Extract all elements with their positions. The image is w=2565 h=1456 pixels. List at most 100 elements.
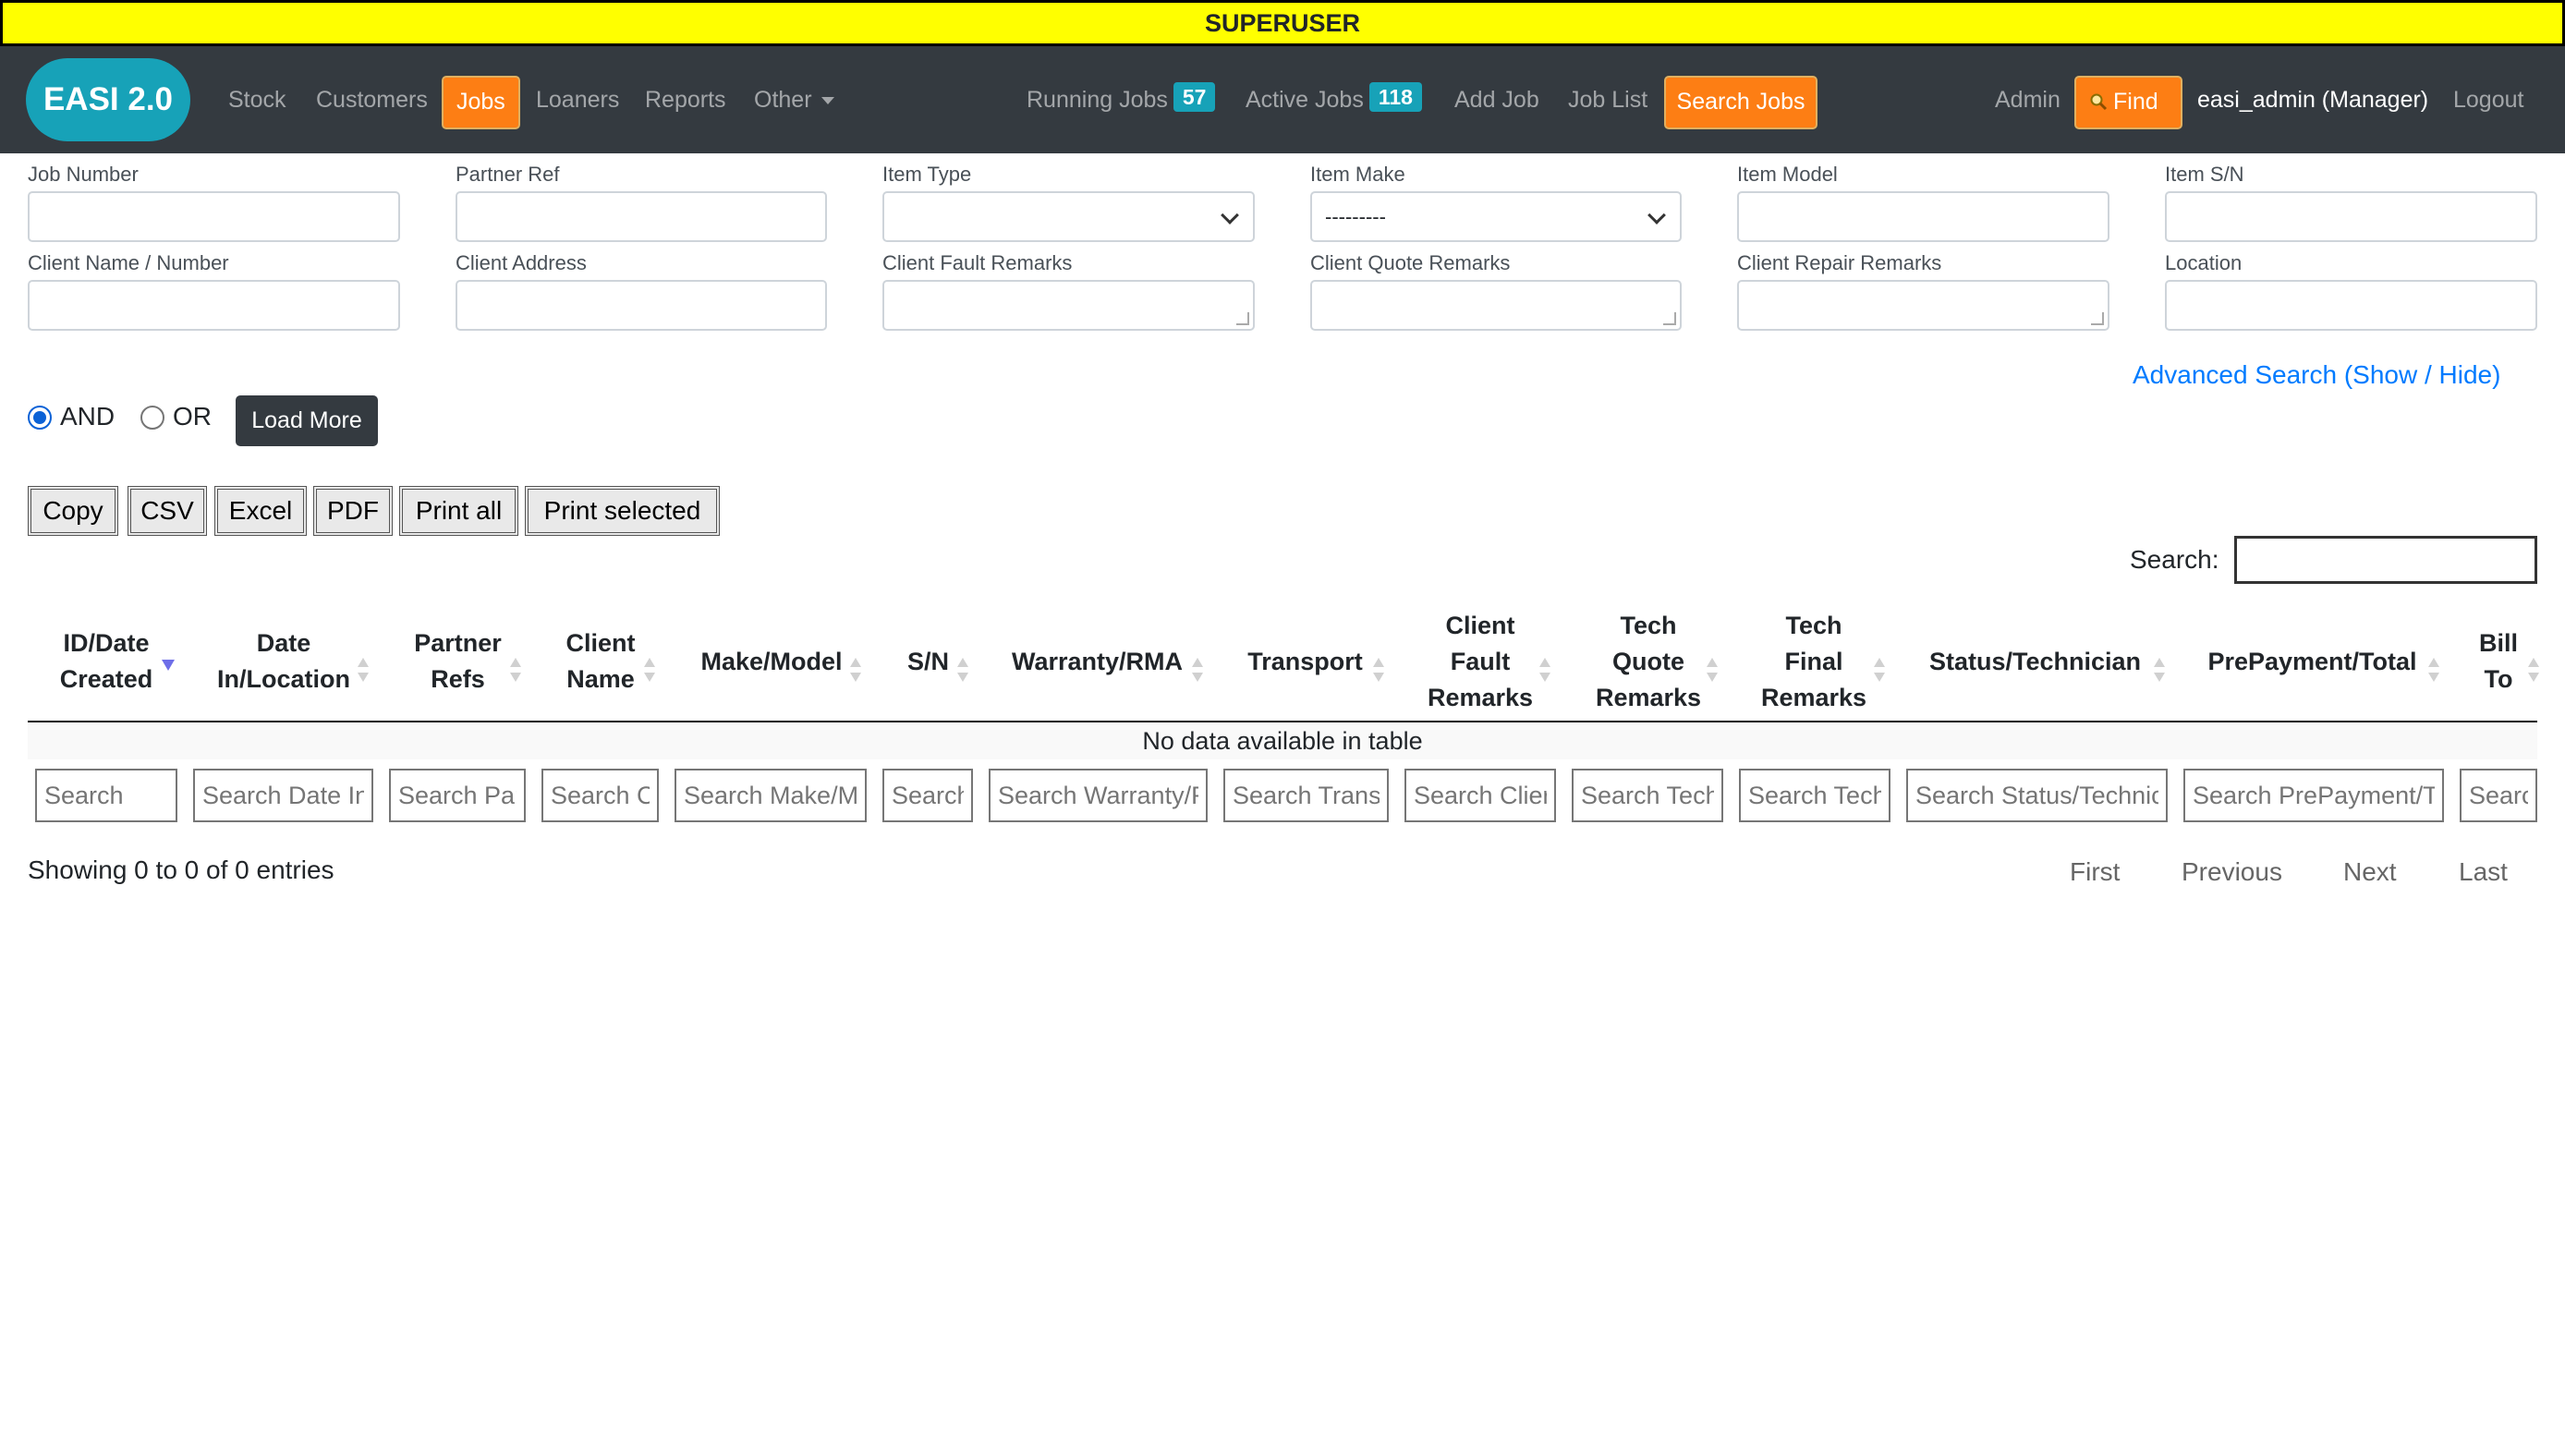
running-jobs-label: Running Jobs [1027, 87, 1168, 113]
item-sn-input[interactable] [2165, 191, 2537, 242]
empty-table-message: No data available in table [28, 722, 2537, 759]
column-header-warranty-rma[interactable]: Warranty/RMA [998, 602, 1197, 721]
pdf-button[interactable]: PDF [313, 486, 393, 536]
client-fault-remarks-textarea[interactable] [882, 280, 1255, 331]
running-jobs-badge: 57 [1173, 82, 1216, 112]
copy-button[interactable]: Copy [28, 486, 118, 536]
chevron-down-icon [1647, 206, 1666, 224]
job-number-input[interactable] [28, 191, 400, 242]
column-search-input[interactable] [193, 769, 373, 822]
column-header-tech-quote-remarks[interactable]: Tech Quote Remarks [1591, 602, 1706, 721]
advanced-search-toggle[interactable]: Advanced Search (Show / Hide) [2133, 360, 2500, 390]
column-search-input[interactable] [1572, 769, 1723, 822]
sort-icon [2428, 658, 2439, 684]
nav-add-job[interactable]: Add Job [1454, 76, 1539, 129]
client-address-input[interactable] [456, 280, 827, 331]
item-make-label: Item Make [1310, 163, 1405, 186]
client-quote-remarks-textarea[interactable] [1310, 280, 1682, 331]
client-name-label: Client Name / Number [28, 251, 229, 274]
nav-stock[interactable]: Stock [228, 76, 286, 129]
location-input[interactable] [2165, 280, 2537, 331]
item-make-value: --------- [1325, 205, 1386, 228]
table-info: Showing 0 to 0 of 0 entries [28, 855, 334, 884]
column-search-input[interactable] [389, 769, 526, 822]
item-sn-label: Item S/N [2165, 163, 2244, 186]
or-radio[interactable] [140, 406, 164, 430]
nav-other-dropdown[interactable]: Other [754, 76, 834, 129]
nav-customers[interactable]: Customers [316, 76, 428, 129]
item-model-input[interactable] [1737, 191, 2109, 242]
find-button[interactable]: Find [2074, 76, 2182, 129]
sort-icon [1192, 658, 1203, 684]
nav-reports[interactable]: Reports [645, 76, 726, 129]
load-more-button[interactable]: Load More [236, 395, 378, 446]
and-label: AND [60, 402, 115, 431]
excel-button[interactable]: Excel [214, 486, 307, 536]
print-selected-button[interactable]: Print selected [525, 486, 720, 536]
superuser-banner: SUPERUSER [0, 0, 2565, 46]
pagination-previous[interactable]: Previous [2182, 857, 2282, 887]
sort-icon [510, 658, 521, 684]
chevron-down-icon [1221, 206, 1239, 224]
column-header-make-model[interactable]: Make/Model [688, 602, 855, 721]
search-icon [2090, 93, 2108, 111]
sort-icon [2154, 658, 2165, 684]
sort-icon [644, 658, 655, 684]
column-header-tech-final-remarks[interactable]: Tech Final Remarks [1758, 602, 1869, 721]
column-search-input[interactable] [2183, 769, 2444, 822]
resize-handle-icon[interactable] [1663, 312, 1676, 325]
table-search-input[interactable] [2234, 536, 2537, 584]
item-model-label: Item Model [1737, 163, 1838, 186]
and-radio[interactable] [28, 406, 52, 430]
column-header-status-technician[interactable]: Status/Technician [1917, 602, 2153, 721]
column-search-input[interactable] [1906, 769, 2168, 822]
nav-jobs[interactable]: Jobs [442, 76, 520, 129]
column-search-input[interactable] [35, 769, 177, 822]
print-all-button[interactable]: Print all [399, 486, 518, 536]
partner-ref-label: Partner Ref [456, 163, 560, 186]
client-name-input[interactable] [28, 280, 400, 331]
resize-handle-icon[interactable] [2091, 312, 2104, 325]
pagination-first[interactable]: First [2070, 857, 2120, 887]
nav-search-jobs[interactable]: Search Jobs [1664, 76, 1817, 129]
column-header-partner-refs[interactable]: Partner Refs [395, 602, 520, 721]
or-label: OR [173, 402, 212, 431]
column-search-input[interactable] [675, 769, 867, 822]
partner-ref-input[interactable] [456, 191, 827, 242]
column-search-input[interactable] [541, 769, 659, 822]
column-header-date-in-location[interactable]: Date In/Location [205, 602, 362, 721]
column-header-client-name[interactable]: Client Name [541, 602, 661, 721]
csv-button[interactable]: CSV [128, 486, 207, 536]
column-search-input[interactable] [882, 769, 973, 822]
brand-logo[interactable]: EASI 2.0 [26, 58, 190, 141]
nav-loaners[interactable]: Loaners [536, 76, 619, 129]
nav-active-jobs[interactable]: Active Jobs 118 [1246, 76, 1422, 129]
column-search-input[interactable] [1739, 769, 1890, 822]
item-type-select[interactable] [882, 191, 1255, 242]
column-header-sn[interactable]: S/N [889, 602, 967, 721]
column-header-transport[interactable]: Transport [1234, 602, 1377, 721]
sort-icon [1539, 658, 1550, 684]
column-header-client-fault-remarks[interactable]: Client Fault Remarks [1423, 602, 1538, 721]
nav-logout[interactable]: Logout [2453, 76, 2523, 129]
column-search-input[interactable] [989, 769, 1208, 822]
column-header-bill-to[interactable]: Bill To [2471, 602, 2526, 721]
active-jobs-badge: 118 [1368, 82, 1422, 112]
client-repair-remarks-label: Client Repair Remarks [1737, 251, 1942, 274]
pagination-last[interactable]: Last [2459, 857, 2508, 887]
column-header-prepayment-total[interactable]: PrePayment/Total [2194, 602, 2430, 721]
sort-icon [1373, 658, 1384, 684]
nav-admin[interactable]: Admin [1995, 76, 2061, 129]
client-repair-remarks-textarea[interactable] [1737, 280, 2109, 331]
resize-handle-icon[interactable] [1236, 312, 1249, 325]
column-search-input[interactable] [1223, 769, 1389, 822]
job-number-label: Job Number [28, 163, 139, 186]
current-user[interactable]: easi_admin (Manager) [2197, 76, 2428, 129]
pagination-next[interactable]: Next [2343, 857, 2397, 887]
column-search-input[interactable] [1404, 769, 1556, 822]
table-search-label: Search: [2130, 545, 2219, 574]
nav-job-list[interactable]: Job List [1568, 76, 1647, 129]
nav-running-jobs[interactable]: Running Jobs 57 [1027, 76, 1216, 129]
column-search-input[interactable] [2460, 769, 2537, 822]
item-make-select[interactable]: --------- [1310, 191, 1682, 242]
